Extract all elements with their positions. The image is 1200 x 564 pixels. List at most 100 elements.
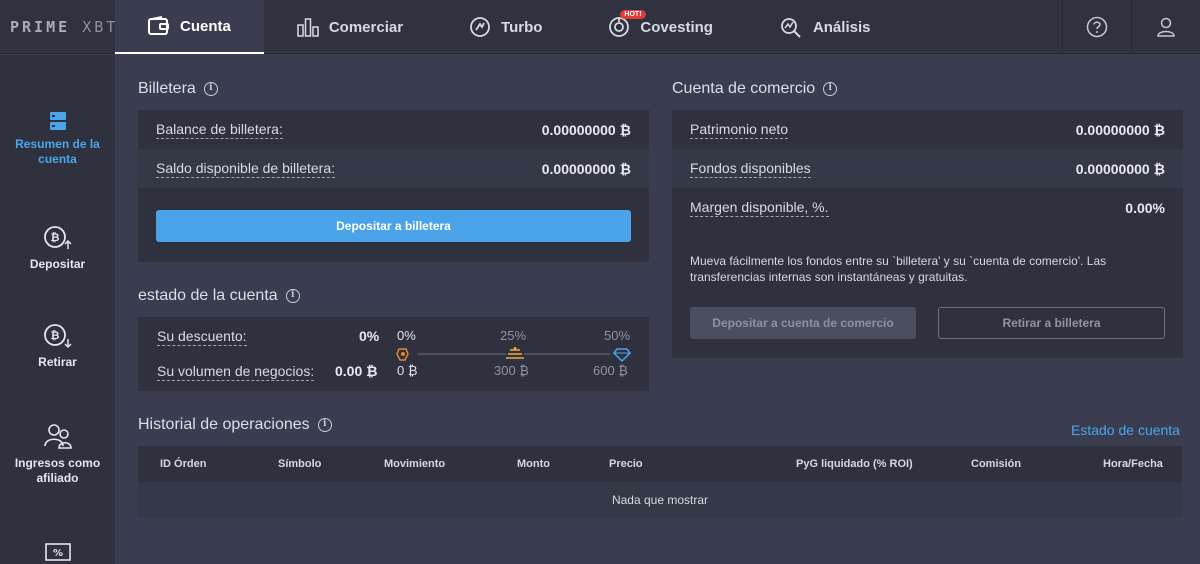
trading-account-title: Cuenta de comercio i xyxy=(672,80,838,98)
wallet-balance-value: 0.00000000 ₿ xyxy=(541,121,631,138)
column-header[interactable]: ID Órden xyxy=(160,458,206,470)
help-button[interactable] xyxy=(1062,0,1131,54)
margin-row: Margen disponible, %. 0.00% xyxy=(672,188,1183,227)
column-header[interactable]: PyG liquidado (% ROI) xyxy=(796,458,913,470)
nav-tab-label: Covesting xyxy=(640,18,713,36)
affiliate-icon xyxy=(43,424,72,449)
deposit-to-trading-button[interactable]: Depositar a cuenta de comercio xyxy=(690,307,916,339)
column-header[interactable]: Monto xyxy=(517,458,550,470)
margin-label[interactable]: Margen disponible, %. xyxy=(690,199,829,217)
sidebar-item-resumen[interactable]: Resumen de la cuenta xyxy=(0,111,115,167)
margin-value: 0.00% xyxy=(1125,199,1165,216)
bar-chart-icon xyxy=(297,18,319,37)
sidebar-item-label: Depositar xyxy=(29,257,86,271)
turbo-icon xyxy=(470,17,490,37)
history-table-header: ID Órden Símbolo Movimiento Monto Precio… xyxy=(138,446,1182,482)
user-button[interactable] xyxy=(1131,0,1200,54)
withdraw-icon: ₿ xyxy=(43,324,72,349)
logo[interactable]: PRIME XBT xyxy=(10,18,118,36)
history-title-text: Historial de operaciones xyxy=(138,416,310,433)
analysis-icon xyxy=(781,18,801,38)
funds-label[interactable]: Fondos disponibles xyxy=(690,160,811,178)
wallet-panel: Balance de billetera: 0.00000000 ₿ Saldo… xyxy=(138,110,649,262)
top-right-actions xyxy=(1062,0,1200,54)
nav-tab-covesting[interactable]: HOT! Covesting xyxy=(575,0,746,54)
history-empty-row: Nada que mostrar xyxy=(138,482,1182,518)
sidebar-item-label: Retirar xyxy=(38,355,77,369)
info-icon[interactable]: i xyxy=(823,81,838,96)
deposit-to-wallet-button[interactable]: Depositar a billetera xyxy=(156,210,631,242)
transfer-note: Mueva fácilmente los fondos entre su `bi… xyxy=(690,254,1107,284)
column-header[interactable]: Precio xyxy=(609,458,643,470)
column-header[interactable]: Símbolo xyxy=(278,458,321,470)
equity-row: Patrimonio neto 0.00000000 ₿ xyxy=(672,110,1183,149)
tier-2-pct: 50% xyxy=(604,328,631,343)
wallet-available-value: 0.00000000 ₿ xyxy=(541,160,631,177)
svg-text:₿: ₿ xyxy=(50,231,59,244)
user-icon xyxy=(1157,17,1175,37)
column-header[interactable]: Hora/Fecha xyxy=(1103,458,1163,470)
discount-label[interactable]: Su descuento: xyxy=(157,328,247,346)
wallet-title: Billetera i xyxy=(138,80,218,98)
tier-0-volume: 0 ₿ xyxy=(397,363,418,378)
summary-icon xyxy=(49,112,66,130)
info-icon[interactable]: i xyxy=(203,81,218,96)
wallet-title-text: Billetera xyxy=(138,80,196,97)
account-status-panel: Su descuento: 0% Su volumen de negocios:… xyxy=(138,317,649,391)
nav-tab-comerciar[interactable]: Comerciar xyxy=(264,0,436,54)
main-nav: Cuenta Comerciar Turbo HOT! Covesting An… xyxy=(115,0,903,54)
tier-gold-icon xyxy=(506,347,524,359)
nav-tab-turbo[interactable]: Turbo xyxy=(436,0,575,54)
wallet-available-row: Saldo disponible de billetera: 0.0000000… xyxy=(138,149,649,188)
trading-account-panel: Patrimonio neto 0.00000000 ₿ Fondos disp… xyxy=(672,110,1183,358)
history-title: Historial de operaciones i xyxy=(138,416,332,434)
column-header[interactable]: Comisión xyxy=(971,458,1021,470)
account-status-title: estado de la cuenta i xyxy=(138,287,300,305)
wallet-balance-row: Balance de billetera: 0.00000000 ₿ xyxy=(138,110,649,149)
hot-badge: HOT! xyxy=(620,10,646,19)
funds-row: Fondos disponibles 0.00000000 ₿ xyxy=(672,149,1183,188)
account-statement-link[interactable]: Estado de cuenta xyxy=(1071,422,1180,438)
info-icon[interactable]: i xyxy=(317,417,332,432)
volume-label[interactable]: Su volumen de negocios: xyxy=(157,363,315,381)
discount-value: 0% xyxy=(359,328,380,344)
sidebar-item-afiliado[interactable]: Ingresos como afiliado xyxy=(0,422,115,486)
info-icon[interactable]: i xyxy=(285,288,300,303)
nav-tab-label: Análisis xyxy=(812,18,871,36)
svg-text:₿: ₿ xyxy=(50,329,59,342)
logo-brand: PRIME xyxy=(10,18,71,36)
sidebar: Resumen de la cuenta ₿ Depositar ₿ Retir… xyxy=(0,55,115,564)
trading-account-title-text: Cuenta de comercio xyxy=(672,80,816,97)
tier-1-pct: 25% xyxy=(500,328,527,343)
help-icon xyxy=(1086,16,1108,38)
equity-label[interactable]: Patrimonio neto xyxy=(690,121,789,139)
svg-text:%: % xyxy=(52,548,62,559)
sidebar-item-comisiones[interactable]: % xyxy=(0,542,115,564)
sidebar-item-retirar[interactable]: ₿ Retirar xyxy=(0,323,115,370)
account-status-title-text: estado de la cuenta xyxy=(138,287,278,304)
deposit-icon: ₿ xyxy=(43,226,72,249)
tier-bronze-icon xyxy=(396,348,409,361)
tier-diamond-icon xyxy=(613,348,631,362)
volume-value: 0.00 ₿ xyxy=(335,363,378,379)
nav-tab-label: Comerciar xyxy=(328,18,404,36)
tier-progress xyxy=(396,347,631,362)
tier-1-volume: 300 ₿ xyxy=(494,363,529,378)
percent-icon: % xyxy=(44,543,71,561)
funds-value: 0.00000000 ₿ xyxy=(1075,160,1165,177)
sidebar-item-label: Ingresos como afiliado xyxy=(14,456,101,485)
covesting-icon xyxy=(609,17,630,37)
sidebar-item-depositar[interactable]: ₿ Depositar xyxy=(0,225,115,272)
nav-tab-analisis[interactable]: Análisis xyxy=(746,0,904,54)
equity-value: 0.00000000 ₿ xyxy=(1075,121,1165,138)
wallet-balance-label[interactable]: Balance de billetera: xyxy=(156,121,283,139)
nav-tab-label: Cuenta xyxy=(180,17,231,35)
tier-2-volume: 600 ₿ xyxy=(593,363,628,378)
nav-tab-cuenta[interactable]: Cuenta xyxy=(115,0,264,54)
wallet-available-label[interactable]: Saldo disponible de billetera: xyxy=(156,160,336,178)
tier-0-pct: 0% xyxy=(397,328,416,343)
wallet-icon xyxy=(148,16,169,35)
top-bar: PRIME XBT Cuenta Comerciar Turbo HOT! Co… xyxy=(0,0,1200,54)
withdraw-to-wallet-button[interactable]: Retirar a billetera xyxy=(938,307,1165,339)
column-header[interactable]: Movimiento xyxy=(384,458,445,470)
